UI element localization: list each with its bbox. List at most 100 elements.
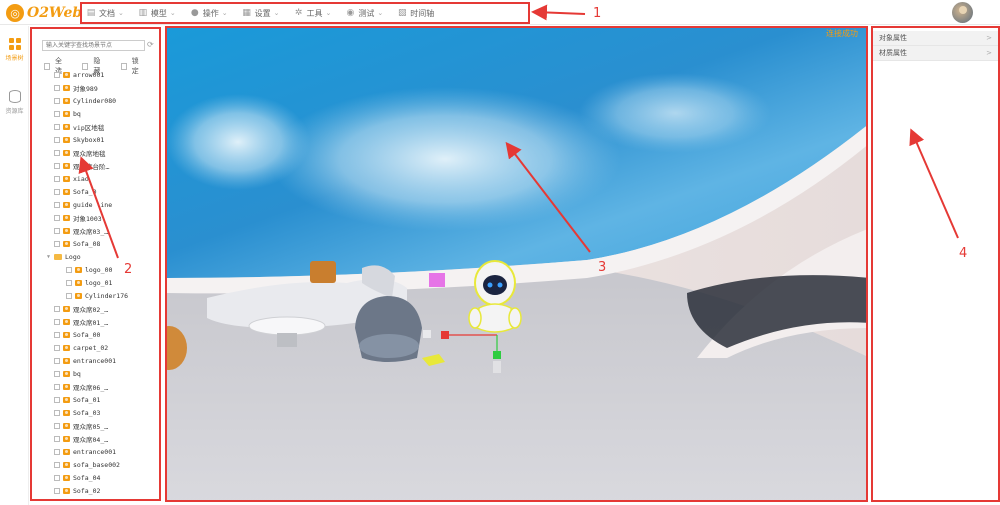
tree-item-checkbox[interactable] bbox=[54, 435, 60, 442]
tree-item[interactable]: carpet_02 bbox=[32, 341, 159, 354]
tree-item[interactable]: Sofa_00 bbox=[32, 328, 159, 341]
tree-item[interactable]: 观众席03_… bbox=[32, 224, 159, 237]
tree-item-checkbox[interactable] bbox=[54, 318, 60, 325]
tab-scene-tree[interactable]: 场景树 bbox=[0, 38, 29, 62]
tree-item[interactable]: entrance001 bbox=[32, 354, 159, 367]
tree-item[interactable]: Cylinder080 bbox=[32, 94, 159, 107]
tree-item-checkbox[interactable] bbox=[54, 422, 60, 429]
annotation-label-1: 1 bbox=[593, 6, 602, 21]
tree-item[interactable]: 观众席01_… bbox=[32, 315, 159, 328]
tree-item-checkbox[interactable] bbox=[66, 292, 72, 299]
scene-render bbox=[167, 28, 866, 500]
tree-item[interactable]: Sofa_0 bbox=[32, 185, 159, 198]
tree-item-checkbox[interactable] bbox=[54, 149, 60, 156]
tree-item[interactable]: 观众席02_… bbox=[32, 302, 159, 315]
tree-item[interactable]: 对象1003 bbox=[32, 211, 159, 224]
top-bar: ◎ O2Web ▤ 文档 ⌄ ▥ 模型 ⌄ ● 操作 ⌄ ▦ 设置 ⌄ ✲ 工具 ⌄ ◉ 测试 ⌄ ▧ 时间轴 bbox=[0, 0, 1000, 25]
tree-item[interactable]: Skybox01 bbox=[32, 133, 159, 146]
tree-item-checkbox[interactable] bbox=[54, 331, 60, 338]
tree-item-checkbox[interactable] bbox=[54, 487, 60, 494]
tree-item[interactable]: Sofa_08 bbox=[32, 237, 159, 250]
tree-item[interactable]: ▼ Logo bbox=[32, 250, 159, 263]
tree-item-checkbox[interactable] bbox=[54, 448, 60, 455]
tree-item[interactable]: 观众席06_… bbox=[32, 380, 159, 393]
tree-item-checkbox[interactable] bbox=[54, 461, 60, 468]
tree-item-checkbox[interactable] bbox=[54, 240, 60, 247]
tree-item[interactable]: 观众席台阶… bbox=[32, 159, 159, 172]
tree-item[interactable]: 观众席04_… bbox=[32, 432, 159, 445]
chevron-down-icon: ⌄ bbox=[273, 9, 280, 17]
tree-item[interactable]: bq bbox=[32, 107, 159, 120]
object-properties-section[interactable]: 对象属性 > bbox=[873, 31, 998, 46]
tree-item-checkbox[interactable] bbox=[54, 97, 60, 104]
tree-item[interactable]: Sofa_03 bbox=[32, 406, 159, 419]
object-icon bbox=[63, 84, 70, 91]
tree-item-checkbox[interactable] bbox=[54, 175, 60, 182]
tree-item-checkbox[interactable] bbox=[54, 305, 60, 312]
tree-item-checkbox[interactable] bbox=[54, 123, 60, 130]
object-icon bbox=[63, 201, 70, 208]
tab-resource-library[interactable]: 资源库 bbox=[0, 90, 29, 115]
menu-item-2[interactable]: ● 操作 ⌄ bbox=[190, 8, 228, 19]
tree-item-checkbox[interactable] bbox=[54, 84, 60, 91]
tree-item[interactable]: arrow001 bbox=[32, 68, 159, 81]
tree-item[interactable]: guide line bbox=[32, 198, 159, 211]
tree-item[interactable]: 观众席05_… bbox=[32, 419, 159, 432]
tree-item-checkbox[interactable] bbox=[54, 214, 60, 221]
settings-icon: ▦ bbox=[242, 8, 251, 18]
tree-item[interactable]: Cylinder176 bbox=[32, 289, 159, 302]
tree-item[interactable]: Sofa_04 bbox=[32, 471, 159, 484]
tree-item[interactable]: 对象989 bbox=[32, 81, 159, 94]
tree-item-checkbox[interactable] bbox=[54, 344, 60, 351]
tree-item-checkbox[interactable] bbox=[54, 136, 60, 143]
menu-item-label: 模型 bbox=[150, 8, 167, 18]
tree-item-checkbox[interactable] bbox=[66, 266, 72, 273]
menu-item-label: 设置 bbox=[254, 8, 271, 18]
menu-item-3[interactable]: ▦ 设置 ⌄ bbox=[242, 8, 280, 19]
tree-item-checkbox[interactable] bbox=[54, 396, 60, 403]
menu-item-5[interactable]: ◉ 测试 ⌄ bbox=[345, 8, 383, 19]
3d-viewport[interactable]: 连接成功 bbox=[165, 26, 868, 502]
tree-item[interactable]: Sofa_02 bbox=[32, 484, 159, 497]
tree-item-label: logo_00 bbox=[85, 265, 113, 274]
tree-item-checkbox[interactable] bbox=[66, 279, 72, 286]
tree-item[interactable]: Sofa_01 bbox=[32, 393, 159, 406]
refresh-icon[interactable]: ⟳ bbox=[147, 40, 154, 49]
scene-tree: arrow001 对象989 Cylinder080 bq vip区地毯 Skybox01… bbox=[32, 68, 159, 497]
tree-item[interactable]: xiao bbox=[32, 172, 159, 185]
object-icon bbox=[63, 318, 70, 325]
tree-item-checkbox[interactable] bbox=[54, 201, 60, 208]
caret-down-icon[interactable]: ▼ bbox=[47, 254, 50, 260]
material-properties-section[interactable]: 材质属性 > bbox=[873, 46, 998, 61]
app-logo[interactable]: ◎ O2Web bbox=[6, 3, 82, 23]
tree-item-label: Sofa_08 bbox=[73, 239, 101, 248]
tree-item-checkbox[interactable] bbox=[54, 162, 60, 169]
menu-item-4[interactable]: ✲ 工具 ⌄ bbox=[294, 8, 332, 19]
tree-item-checkbox[interactable] bbox=[54, 188, 60, 195]
tree-item-checkbox[interactable] bbox=[54, 383, 60, 390]
tree-item-checkbox[interactable] bbox=[54, 110, 60, 117]
tree-item-label: sofa_base002 bbox=[73, 460, 120, 469]
tree-item-checkbox[interactable] bbox=[54, 71, 60, 78]
tree-item-checkbox[interactable] bbox=[54, 370, 60, 377]
menu-item-0[interactable]: ▤ 文档 ⌄ bbox=[86, 8, 124, 19]
tree-item-label: 观众席02_… bbox=[73, 305, 109, 314]
connection-status: 连接成功 bbox=[826, 29, 858, 38]
scene-search-input[interactable] bbox=[42, 40, 145, 51]
user-avatar[interactable] bbox=[952, 2, 973, 23]
tree-item[interactable]: 观众席地毯 bbox=[32, 146, 159, 159]
tree-item-checkbox[interactable] bbox=[54, 227, 60, 234]
menu-item-6[interactable]: ▧ 时间轴 bbox=[397, 8, 434, 19]
tree-item-checkbox[interactable] bbox=[54, 474, 60, 481]
menu-item-1[interactable]: ▥ 模型 ⌄ bbox=[138, 8, 176, 19]
tree-item[interactable]: vip区地毯 bbox=[32, 120, 159, 133]
tree-item[interactable]: entrance001 bbox=[32, 445, 159, 458]
tree-item-checkbox[interactable] bbox=[54, 357, 60, 364]
tree-item[interactable]: logo_00 bbox=[32, 263, 159, 276]
tree-item-label: Logo bbox=[65, 252, 81, 261]
tree-item[interactable]: bq bbox=[32, 367, 159, 380]
tree-item[interactable]: sofa_base002 bbox=[32, 458, 159, 471]
model-icon: ▥ bbox=[138, 8, 148, 18]
tree-item-checkbox[interactable] bbox=[54, 409, 60, 416]
tree-item[interactable]: logo_01 bbox=[32, 276, 159, 289]
